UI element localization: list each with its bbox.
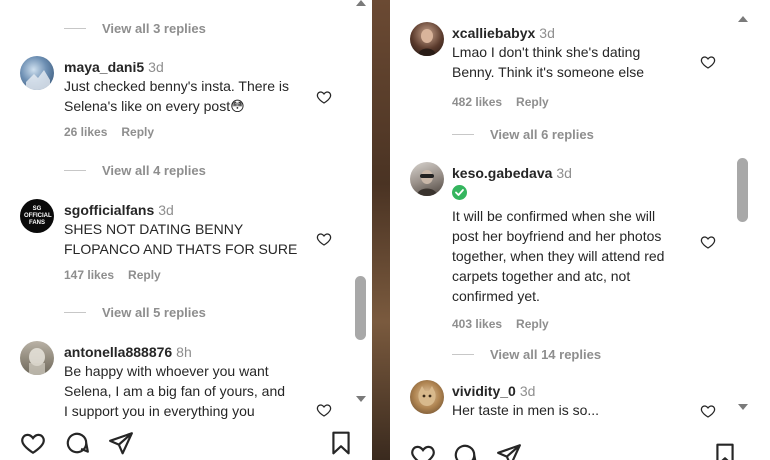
comment-text: Be happy with whoever you want Selena, I… xyxy=(64,363,286,419)
scroll-up-arrow-icon[interactable] xyxy=(356,0,366,6)
view-replies-link[interactable]: View all 3 replies xyxy=(64,21,206,36)
heart-icon[interactable] xyxy=(20,430,46,456)
bookmark-icon[interactable] xyxy=(712,442,738,460)
timestamp: 3d xyxy=(556,165,572,181)
heart-icon[interactable] xyxy=(316,231,332,247)
comments-panel-right: xcalliebabyx 3d Lmao I don't think she's … xyxy=(390,0,770,460)
avatar-image xyxy=(418,29,436,56)
like-count[interactable]: 482 likes xyxy=(452,95,502,109)
view-replies-link[interactable]: View all 6 replies xyxy=(452,127,594,142)
like-count[interactable]: 147 likes xyxy=(64,268,114,282)
comment-text: It will be confirmed when she will post … xyxy=(452,208,665,304)
comment-body: xcalliebabyx 3d Lmao I don't think she's … xyxy=(452,24,732,109)
background-photo-strip xyxy=(372,0,390,460)
divider-line xyxy=(452,134,474,135)
avatar[interactable] xyxy=(410,22,444,56)
heart-icon[interactable] xyxy=(700,54,716,70)
avatar-image xyxy=(26,70,50,90)
username[interactable]: sgofficialfans xyxy=(64,202,154,218)
heart-icon[interactable] xyxy=(700,403,716,419)
scroll-up-arrow-icon[interactable] xyxy=(738,14,748,22)
bookmark-icon[interactable] xyxy=(328,430,354,456)
avatar[interactable] xyxy=(410,162,444,196)
view-replies-label: View all 3 replies xyxy=(102,21,206,36)
timestamp: 3d xyxy=(539,25,555,41)
divider-line xyxy=(64,28,86,29)
username[interactable]: maya_dani5 xyxy=(64,59,144,75)
view-replies-label: View all 4 replies xyxy=(102,163,206,178)
scrollbar-thumb[interactable] xyxy=(737,158,748,222)
view-replies-link[interactable]: View all 5 replies xyxy=(64,305,206,320)
view-replies-label: View all 14 replies xyxy=(490,347,602,362)
comment-icon[interactable] xyxy=(452,442,478,460)
comment-text: Lmao I don't think she's dating Benny. T… xyxy=(452,44,645,80)
comment-body: maya_dani5 3d Just checked benny's insta.… xyxy=(64,58,334,139)
scrollbar[interactable] xyxy=(352,0,370,410)
comment-body: antonella888876 8h Be happy with whoever … xyxy=(64,343,334,421)
comment-text: SHES NOT DATING BENNY FLOPANCO AND THATS… xyxy=(64,221,298,257)
verified-badge-icon xyxy=(452,185,467,200)
view-replies-label: View all 6 replies xyxy=(490,127,594,142)
timestamp: 3d xyxy=(148,59,164,75)
reply-button[interactable]: Reply xyxy=(121,125,154,139)
reply-button[interactable]: Reply xyxy=(516,317,549,331)
timestamp: 3d xyxy=(519,383,536,399)
scrollbar[interactable] xyxy=(734,10,752,420)
like-count[interactable]: 26 likes xyxy=(64,125,107,139)
scroll-down-arrow-icon[interactable] xyxy=(738,404,748,412)
avatar-image xyxy=(29,348,45,375)
divider-line xyxy=(64,312,86,313)
reply-button[interactable]: Reply xyxy=(128,268,161,282)
divider-line xyxy=(452,354,474,355)
timestamp: 8h xyxy=(176,344,192,360)
scroll-down-arrow-icon[interactable] xyxy=(356,396,366,404)
avatar-logo-text: SG OFFICIAL FANS xyxy=(24,205,52,226)
heart-icon[interactable] xyxy=(410,442,436,460)
comment-text: Just checked benny's insta. There is Sel… xyxy=(64,78,289,114)
share-icon[interactable] xyxy=(108,430,134,456)
share-icon[interactable] xyxy=(496,442,522,460)
heart-icon[interactable] xyxy=(316,402,332,418)
comment-body: sgofficialfans 3d SHES NOT DATING BENNY F… xyxy=(64,201,334,282)
username[interactable]: vividity_0 xyxy=(452,383,516,399)
heart-icon[interactable] xyxy=(700,234,716,250)
heart-icon[interactable] xyxy=(316,89,332,105)
view-replies-label: View all 5 replies xyxy=(102,305,206,320)
reply-button[interactable]: Reply xyxy=(516,95,549,109)
avatar-image xyxy=(418,386,436,406)
comment-body: keso.gabedava 3d It will be confirmed whe… xyxy=(452,164,732,331)
avatar[interactable] xyxy=(20,341,54,375)
action-bar xyxy=(0,420,372,460)
like-count[interactable]: 403 likes xyxy=(452,317,502,331)
timestamp: 3d xyxy=(158,202,174,218)
username[interactable]: keso.gabedava xyxy=(452,165,552,181)
comments-panel-left: View all 3 replies maya_dani5 3d Just che… xyxy=(0,0,372,460)
action-bar xyxy=(390,434,770,460)
comment-icon[interactable] xyxy=(64,430,90,456)
comment-text: Her taste in men is so... xyxy=(452,402,600,418)
comment-body: vividity_0 3d Her taste in men is so... xyxy=(452,382,732,420)
scrollbar-thumb[interactable] xyxy=(355,276,366,340)
divider-line xyxy=(64,170,86,171)
avatar[interactable]: SG OFFICIAL FANS xyxy=(20,199,54,233)
avatar[interactable] xyxy=(410,380,444,414)
username[interactable]: antonella888876 xyxy=(64,344,172,360)
view-replies-link[interactable]: View all 4 replies xyxy=(64,163,206,178)
username[interactable]: xcalliebabyx xyxy=(452,25,535,41)
avatar-image xyxy=(417,170,437,196)
avatar[interactable] xyxy=(20,56,54,90)
view-replies-link[interactable]: View all 14 replies xyxy=(452,347,601,362)
